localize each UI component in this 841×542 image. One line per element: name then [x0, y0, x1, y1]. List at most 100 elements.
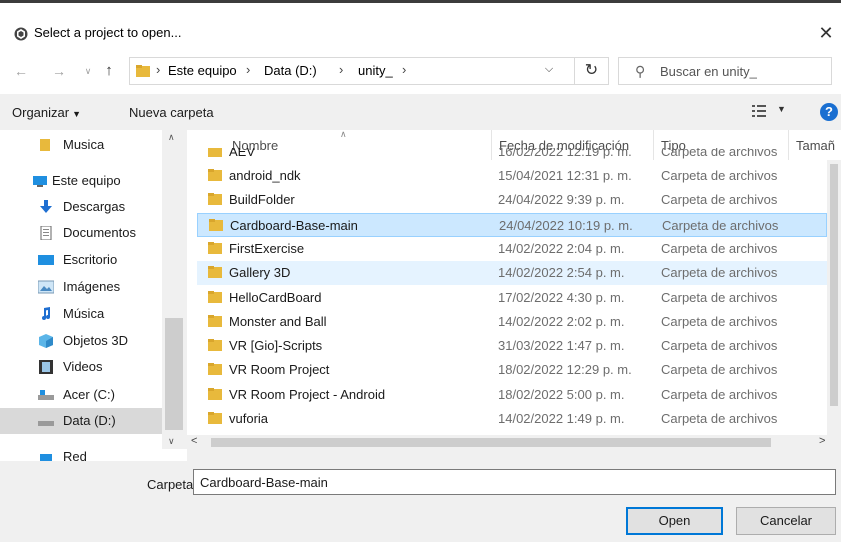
computer-icon	[33, 176, 47, 187]
file-type: Carpeta de archivos	[662, 217, 779, 233]
scroll-left-icon[interactable]: <	[191, 435, 197, 447]
folder-icon	[208, 339, 222, 352]
window-title: Select a project to open...	[34, 25, 182, 40]
table-row[interactable]: FirstExercise 14/02/2022 2:04 p. m. Carpet…	[197, 237, 827, 261]
file-name: BuildFolder	[229, 192, 295, 208]
table-row[interactable]: BuildFolder 24/04/2022 9:39 p. m. Carpeta …	[197, 188, 827, 212]
title-bar: Select a project to open... ✕	[0, 18, 841, 48]
videos-icon	[39, 360, 53, 374]
sidebar-item-red-partial[interactable]: Red	[0, 449, 187, 461]
navigation-pane: Musica Este equipo Descargas Documentos …	[0, 130, 187, 449]
sidebar-item-label: Música	[63, 306, 105, 321]
forward-arrow-icon[interactable]: →	[50, 60, 68, 82]
table-row[interactable]: VR Room Project - Android 18/02/2022 5:00…	[197, 383, 827, 407]
file-name: Gallery 3D	[229, 265, 291, 281]
pictures-icon	[38, 280, 54, 294]
breadcrumb-este-equipo[interactable]: Este equipo	[168, 63, 237, 78]
recent-chevron-icon[interactable]: ∨	[79, 60, 97, 82]
table-row[interactable]: Cardboard-Base-main 24/04/2022 10:19 p. m…	[197, 212, 827, 237]
background-window-edge	[0, 0, 841, 6]
file-list-horizontal-scrollbar[interactable]: < >	[187, 435, 827, 449]
sidebar-scroll-thumb[interactable]	[165, 318, 183, 430]
sidebar-item-musica-quick[interactable]: Musica	[0, 132, 162, 158]
close-icon[interactable]: ✕	[815, 22, 837, 44]
file-name: vuforia	[229, 411, 269, 426]
sidebar-scrollbar[interactable]: ∧ ∨	[162, 130, 187, 449]
sidebar-item-data-d[interactable]: Data (D:)	[0, 408, 162, 434]
table-row[interactable]: vuforia 14/02/2022 1:49 p. m. Carpeta de a…	[197, 407, 827, 431]
sidebar-item-documentos[interactable]: Documentos	[0, 220, 162, 246]
breadcrumb-separator-icon: ›	[246, 62, 251, 77]
table-row[interactable]: HelloCardBoard 17/02/2022 4:30 p. m. Carpe…	[197, 286, 827, 310]
file-type: Carpeta de archivos	[661, 411, 778, 426]
address-dropdown-icon[interactable]: ⌵	[538, 56, 560, 82]
horizontal-scroll-thumb[interactable]	[211, 438, 771, 447]
refresh-icon[interactable]: ↻	[575, 57, 609, 85]
sort-ascending-icon: ∧	[340, 130, 347, 139]
scroll-down-icon[interactable]: ∨	[168, 436, 175, 447]
address-bar[interactable]: › Este equipo › Data (D:) › unity_ ›	[129, 57, 575, 85]
3d-objects-icon	[39, 334, 53, 348]
file-list-vertical-scrollbar[interactable]	[827, 160, 841, 449]
file-type: Carpeta de archivos	[661, 289, 778, 305]
view-options-icon[interactable]	[752, 105, 766, 117]
vertical-scroll-thumb[interactable]	[830, 164, 838, 406]
new-folder-button[interactable]: Nueva carpeta	[129, 105, 214, 120]
file-type: Carpeta de archivos	[661, 240, 778, 256]
table-row[interactable]: VR [Gio]-Scripts 31/03/2022 1:47 p. m. Car…	[197, 334, 827, 358]
table-row[interactable]: Gallery 3D 14/02/2022 2:54 p. m. Carpeta d…	[197, 261, 827, 286]
sidebar-item-este-equipo[interactable]: Este equipo	[0, 168, 162, 194]
sidebar-item-acer-c[interactable]: Acer (C:)	[0, 382, 162, 408]
sidebar-item-musica[interactable]: Música	[0, 301, 162, 327]
desktop-icon	[38, 255, 54, 265]
caret-down-icon: ▼	[72, 109, 81, 119]
file-name: android_ndk	[229, 168, 301, 183]
file-name: VR Room Project - Android	[229, 386, 386, 402]
folder-icon	[208, 387, 222, 400]
file-date: 24/04/2022 10:19 p. m.	[499, 217, 633, 233]
dialog-footer: Red Carpeta: Open Cancelar	[0, 449, 841, 542]
sidebar-item-label: Data (D:)	[63, 413, 116, 428]
scroll-up-icon[interactable]: ∧	[168, 132, 175, 143]
table-row-partial[interactable]: AEV 16/02/2022 12:19 p. m. Carpeta de ar…	[197, 148, 827, 160]
table-row[interactable]: VR Room Project 18/02/2022 12:29 p. m. Car…	[197, 358, 827, 382]
sidebar-item-objetos-3d[interactable]: Objetos 3D	[0, 328, 162, 354]
cancel-button[interactable]: Cancelar	[736, 507, 836, 535]
folder-icon	[40, 139, 50, 151]
sidebar-item-descargas[interactable]: Descargas	[0, 194, 162, 220]
folder-icon	[208, 148, 222, 157]
folder-icon	[208, 169, 222, 181]
file-type: Carpeta de archivos	[661, 168, 778, 183]
file-date: 14/02/2022 2:54 p. m.	[498, 265, 625, 281]
drive-icon	[38, 421, 54, 426]
music-icon	[42, 307, 50, 320]
sidebar-item-imagenes[interactable]: Imágenes	[0, 274, 162, 300]
search-input[interactable]: ⚲ Buscar en unity_	[618, 57, 832, 85]
downloads-icon	[40, 200, 52, 213]
breadcrumb-data-drive[interactable]: Data (D:)	[264, 63, 317, 78]
sidebar-item-videos[interactable]: Videos	[0, 354, 162, 380]
sidebar-item-label: Imágenes	[63, 279, 121, 294]
file-date: 16/02/2022 12:19 p. m.	[498, 148, 632, 159]
file-date: 14/02/2022 1:49 p. m.	[498, 411, 625, 426]
help-icon[interactable]: ?	[820, 103, 838, 121]
breadcrumb-separator-icon: ›	[339, 62, 344, 77]
breadcrumb-unity[interactable]: unity_	[358, 63, 393, 78]
table-row[interactable]: android_ndk 15/04/2021 12:31 p. m. Carpeta…	[197, 164, 827, 188]
command-bar: Organizar ▼ Nueva carpeta ▼ ?	[0, 94, 841, 130]
up-arrow-icon[interactable]: ↑	[100, 60, 118, 82]
scroll-right-icon[interactable]: >	[819, 435, 825, 447]
table-row[interactable]: Monster and Ball 14/02/2022 2:02 p. m. Car…	[197, 310, 827, 334]
sidebar-item-label: Acer (C:)	[63, 387, 115, 402]
unity-icon	[14, 27, 28, 41]
view-caret-down-icon[interactable]: ▼	[777, 104, 786, 114]
sidebar-item-escritorio[interactable]: Escritorio	[0, 247, 162, 273]
organize-button[interactable]: Organizar ▼	[12, 105, 81, 120]
back-arrow-icon[interactable]: ←	[12, 60, 30, 82]
open-button[interactable]: Open	[626, 507, 723, 535]
file-date: 24/04/2022 9:39 p. m.	[498, 192, 625, 208]
folder-name-input[interactable]	[193, 469, 836, 495]
file-name: FirstExercise	[229, 240, 305, 256]
file-date: 14/02/2022 2:04 p. m.	[498, 240, 625, 256]
folder-icon	[208, 241, 222, 254]
